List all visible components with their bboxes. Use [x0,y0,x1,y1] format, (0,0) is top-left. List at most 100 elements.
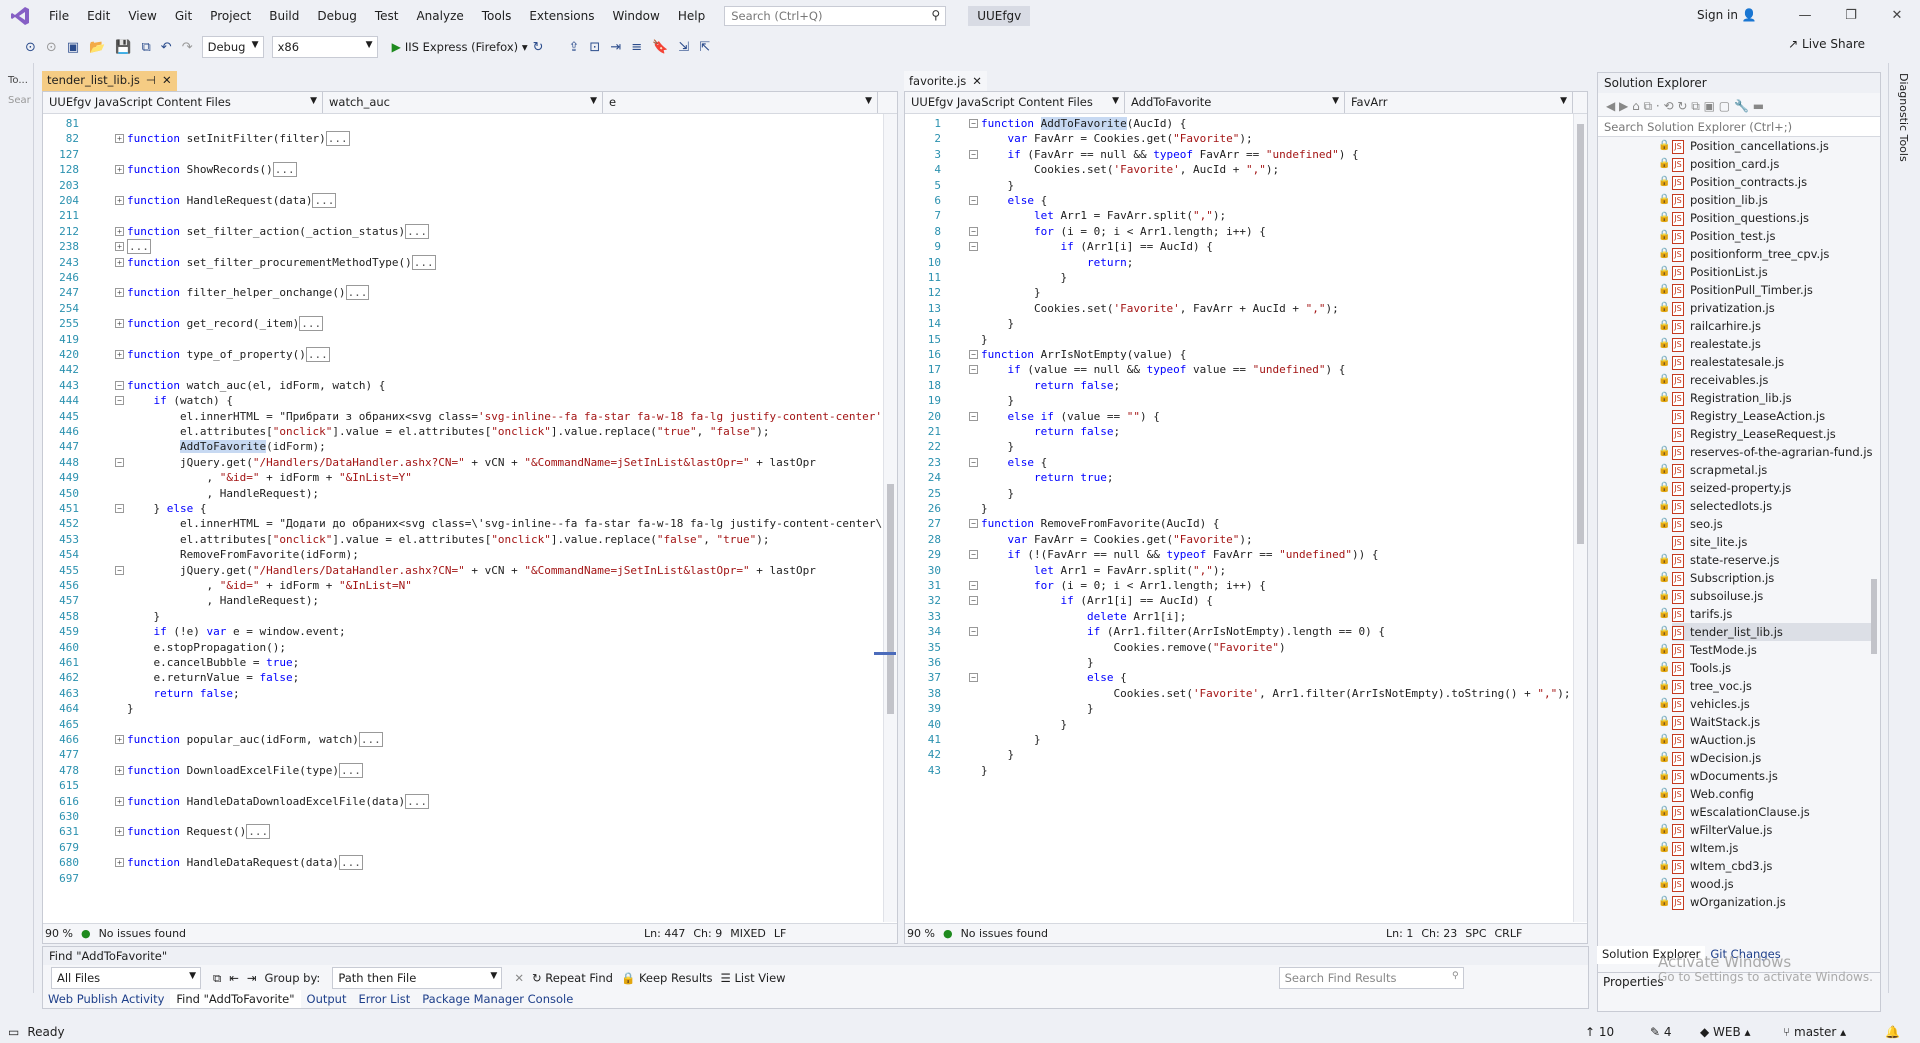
collapse-icon[interactable]: − [969,627,978,637]
sign-in-link[interactable]: Sign in 👤 [1697,8,1757,22]
collapsed-region[interactable]: ... [312,193,337,208]
solution-file-item[interactable]: 🔒 JS tender_list_lib.js [1658,623,1872,641]
solution-file-item[interactable]: 🔒 JS subsoiluse.js [1658,587,1763,605]
expand-icon[interactable]: + [115,735,124,744]
prev-location-icon[interactable]: ⇤ [229,971,239,985]
solution-file-item[interactable]: 🔒 JS wItem_cbd3.js [1658,857,1772,875]
solution-file-item[interactable]: 🔒 JS positionform_tree_cpv.js [1658,245,1829,263]
expand-icon[interactable]: + [115,242,124,252]
bookmark-icon[interactable]: 🔖 [652,40,668,55]
zoom-dropdown[interactable]: 90 % [45,927,73,940]
run-button[interactable]: ▶ IIS Express (Firefox) ▾ [392,40,528,54]
collapse-icon[interactable]: − [969,226,978,236]
menu-view[interactable]: View [119,0,165,32]
undo-icon[interactable]: ↶ [161,40,172,55]
solution-file-item[interactable]: 🔒 JS wFilterValue.js [1658,821,1772,839]
platform-dropdown[interactable]: x86 ▼ [271,36,378,58]
collapse-icon[interactable]: − [115,504,124,513]
save-icon[interactable]: 💾 [115,40,131,55]
collapse-icon[interactable]: − [969,119,978,128]
menu-build[interactable]: Build [260,0,308,32]
pin-icon[interactable]: ⊣ [146,73,156,87]
configuration-dropdown[interactable]: Debug ▼ [201,36,264,58]
solution-file-item[interactable]: 🔒 JS wood.js [1658,875,1734,893]
project-dropdown[interactable]: UUEfgv JavaScript Content Files ▼ [905,92,1125,113]
menu-edit[interactable]: Edit [78,0,119,32]
bookmark-prev-icon[interactable]: ⇱ [699,40,710,55]
save-all-icon[interactable]: ⧉ [141,40,150,55]
list-view-button[interactable]: ☰ List View [721,971,786,985]
branch-name[interactable]: ⑂ master ▴ [1783,1025,1846,1039]
close-window-button[interactable]: ✕ [1874,0,1920,32]
expand-icon[interactable]: + [115,319,124,329]
menu-git[interactable]: Git [166,0,201,32]
member-dropdown[interactable]: FavArr ▼ [1345,92,1573,113]
solution-file-item[interactable]: 🔒 JS Subscription.js [1658,569,1774,587]
scope-dropdown[interactable]: AddToFavorite ▼ [1125,92,1345,113]
collapsed-region[interactable]: ... [411,254,436,270]
new-project-icon[interactable]: ▣ [67,40,79,55]
project-dropdown[interactable]: UUEfgv JavaScript Content Files ▼ [43,92,323,113]
solution-file-item[interactable]: 🔒 JS position_card.js [1658,155,1779,173]
bookmark-next-icon[interactable]: ⇲ [678,40,689,55]
expand-icon[interactable]: + [115,288,124,298]
bottom-tab[interactable]: Package Manager Console [416,990,579,1008]
push-count[interactable]: ↑ 10 [1585,1025,1614,1039]
vertical-scrollbar[interactable] [874,114,897,922]
solution-file-item[interactable]: 🔒 JS railcarhire.js [1658,317,1761,335]
menu-test[interactable]: Test [366,0,408,32]
vertical-scrollbar[interactable] [1573,114,1587,922]
redo-icon[interactable]: ↷ [182,40,193,55]
bottom-tab[interactable]: Find "AddToFavorite" [170,990,301,1008]
expand-icon[interactable]: + [115,196,124,205]
menu-extensions[interactable]: Extensions [520,0,603,32]
member-dropdown[interactable]: e ▼ [603,92,878,113]
se-toolbar-icons[interactable]: ◀ ▶ ⌂ ⧉ · ⟲ ↻ ⧉ ▣ ▢ 🔧 ▬ [1606,99,1764,114]
solution-file-item[interactable]: 🔒 JS Position_test.js [1658,227,1775,245]
collapsed-region[interactable]: ... [272,162,297,178]
solution-file-item[interactable]: 🔒 JS wOrganization.js [1658,893,1786,911]
changes-count[interactable]: ✎ 4 [1650,1025,1672,1039]
collapse-icon[interactable]: − [969,350,978,359]
collapse-icon[interactable]: − [969,596,978,606]
collapsed-region[interactable]: ... [305,347,330,362]
collapsed-region[interactable]: ... [299,316,324,332]
back-icon[interactable]: ⊙ [25,40,36,55]
solution-file-item[interactable]: 🔒 JS realestatesale.js [1658,353,1784,371]
solution-file-item[interactable]: 🔒 JS receivables.js [1658,371,1768,389]
solution-file-item[interactable]: 🔒 JS Position_contracts.js [1658,173,1807,191]
zoom-dropdown[interactable]: 90 % [907,927,935,940]
se-search-input[interactable]: Search Solution Explorer (Ctrl+;) [1598,117,1880,137]
find-scope-dropdown[interactable]: All Files ▼ [51,967,201,989]
solution-file-item[interactable]: 🔒 JS seized-property.js [1658,479,1791,497]
toolbox-tab[interactable]: To... [8,75,28,86]
expand-icon[interactable]: + [115,765,124,775]
scope-dropdown[interactable]: watch_auc ▼ [323,92,603,113]
solution-file-item[interactable]: 🔒 JS Position_cancellations.js [1658,137,1829,155]
expand-icon[interactable]: + [115,827,124,837]
collapse-icon[interactable]: − [115,457,124,467]
repo-name[interactable]: ◆ WEB ▴ [1700,1025,1751,1039]
collapse-icon[interactable]: − [969,411,978,421]
solution-file-item[interactable]: 🔒 JS realestate.js [1658,335,1761,353]
bottom-tab[interactable]: Output [301,990,353,1008]
menu-window[interactable]: Window [604,0,669,32]
keep-results-button[interactable]: 🔒 Keep Results [621,971,713,985]
collapsed-region[interactable]: ... [338,762,363,778]
forward-icon[interactable]: ⊙ [46,40,57,55]
bottom-tab[interactable]: Error List [352,990,416,1008]
comment-icon[interactable]: ≡ [631,40,642,55]
solution-file-item[interactable]: 🔒 JS Position_questions.js [1658,209,1809,227]
solution-file-item[interactable]: 🔒 JS WaitStack.js [1658,713,1760,731]
solution-file-item[interactable]: 🔒 JS wAuction.js [1658,731,1756,749]
expand-icon[interactable]: + [115,257,124,267]
code-area[interactable]: 1− function AddToFavorite(AucId) {2 var F… [905,114,1573,922]
solution-file-item[interactable]: 🔒 JS tarifs.js [1658,605,1732,623]
solution-file-item[interactable]: 🔒 JS state-reserve.js [1658,551,1779,569]
expand-icon[interactable]: + [115,226,124,236]
collapsed-region[interactable]: ... [325,131,350,147]
expand-icon[interactable]: + [115,134,124,144]
solution-file-item[interactable]: 🔒 JS reserves-of-the-agrarian-fund.js [1658,443,1873,461]
menu-project[interactable]: Project [201,0,260,32]
solution-file-item[interactable]: JS site_lite.js [1672,533,1747,551]
